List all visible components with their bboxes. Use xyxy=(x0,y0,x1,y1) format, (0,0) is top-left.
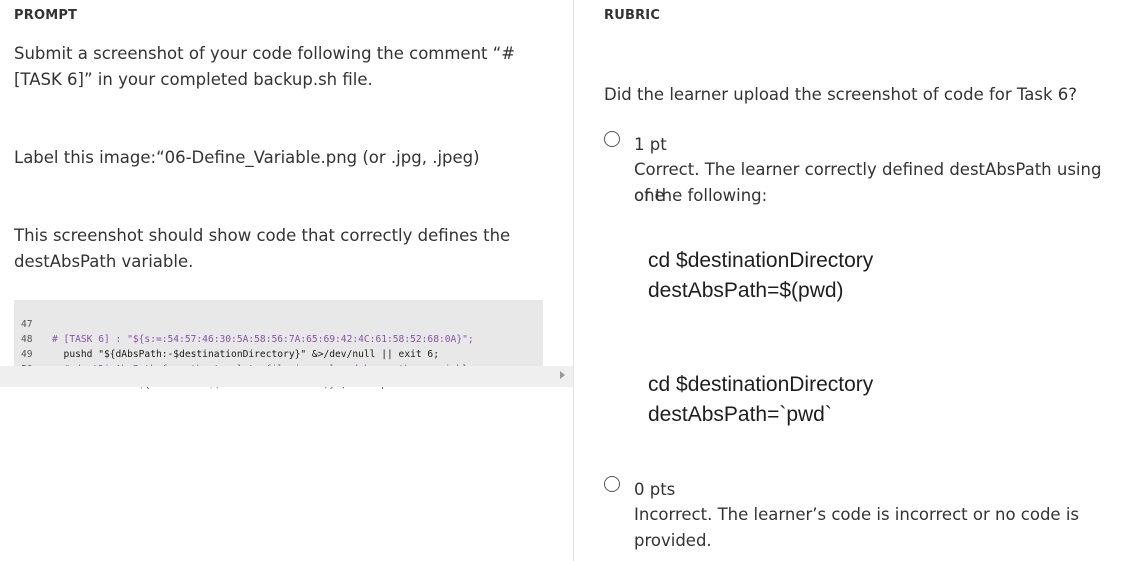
rubric-panel: RUBRIC Did the learner upload the screen… xyxy=(574,0,1142,561)
radio-0pts[interactable] xyxy=(604,476,620,492)
rubric-header: RUBRIC xyxy=(604,8,661,23)
horizontal-scrollbar[interactable] xyxy=(0,366,573,387)
code-line: 47 # [TASK 6] : "${s:=:54:57:46:30:5A:58… xyxy=(14,302,474,345)
code-line: 48 pushd "${dAbsPath:-$destinationDirect… xyxy=(14,317,439,360)
prompt-panel: PROMPT Submit a screenshot of your code … xyxy=(0,0,573,561)
option-0pts-label: 0 pts xyxy=(634,480,676,499)
prompt-description-line1: This screenshot should show code that co… xyxy=(14,226,511,245)
prompt-header: PROMPT xyxy=(14,8,78,23)
option-1pt-label: 1 pt xyxy=(634,135,667,154)
prompt-description-line2: destAbsPath variable. xyxy=(14,252,194,271)
code-line: 49 # destDirAbsPath from the template fi… xyxy=(14,332,503,375)
rubric-question: Did the learner upload the screenshot of… xyxy=(604,85,1078,104)
option-0pts-desc-line1: Incorrect. The learner’s code is incorre… xyxy=(634,505,1080,524)
option-0pts-desc-line2: provided. xyxy=(634,531,712,550)
prompt-label-instruction: Label this image:“06-Define_Variable.png… xyxy=(14,148,480,167)
prompt-instruction-line1: Submit a screenshot of your code followi… xyxy=(14,44,516,63)
scroll-right-arrow-icon[interactable] xyxy=(560,371,565,379)
code-snippet-2-line2: destAbsPath=`pwd` xyxy=(648,403,832,426)
code-line: 50 destAbsPath="${dAbsPath:-$(dirs -c &&… xyxy=(14,347,497,390)
code-snippet-2-line1: cd $destinationDirectory xyxy=(648,373,874,396)
code-screenshot: 47 # [TASK 6] : "${s:=:54:57:46:30:5A:58… xyxy=(14,300,543,390)
option-1pt-desc-line2: of the following: xyxy=(634,186,768,205)
code-text: pushd "${dAbsPath:-$destinationDirectory… xyxy=(52,349,439,360)
prompt-instruction-line2: [TASK 6]” in your completed backup.sh fi… xyxy=(14,70,373,89)
code-text: # [TASK 6] : "${s:=:54:57:46:30:5A:58:56… xyxy=(52,334,474,345)
code-snippet-1-line1: cd $destinationDirectory xyxy=(648,249,874,272)
code-snippet-1-line2: destAbsPath=$(pwd) xyxy=(648,279,844,302)
radio-1pt[interactable] xyxy=(604,131,620,147)
